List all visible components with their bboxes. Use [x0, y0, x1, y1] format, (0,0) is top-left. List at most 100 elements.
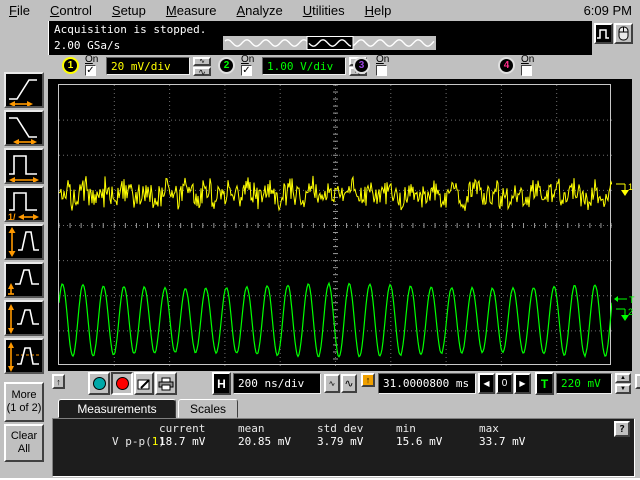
- channel1-scale-down-button[interactable]: ∿: [193, 67, 211, 76]
- position-right-button[interactable]: ▶: [514, 373, 531, 394]
- quick-file-button[interactable]: [134, 372, 154, 395]
- fall-time-icon: [9, 117, 37, 144]
- col-max: max: [479, 422, 499, 435]
- acquisition-status-text: Acquisition is stopped.: [54, 23, 207, 36]
- trigger-level-down-button[interactable]: ▼: [615, 384, 631, 394]
- horizontal-menu-button[interactable]: H: [212, 372, 231, 395]
- trigger-position-indicator[interactable]: ↑: [361, 373, 375, 387]
- channel2-on-label: On: [241, 54, 255, 65]
- position-zero-button[interactable]: 0: [496, 373, 513, 394]
- channel4-badge[interactable]: 4: [498, 57, 515, 74]
- vavg-icon: [8, 342, 39, 372]
- clock: 6:09 PM: [583, 2, 632, 18]
- stop-icon: [115, 377, 129, 390]
- channel1-badge[interactable]: 1: [62, 57, 79, 74]
- measure-vpp-button[interactable]: [4, 224, 44, 260]
- scope-display-area: 1 T 2: [48, 79, 635, 371]
- rise-time-icon: [9, 79, 37, 106]
- trigger-menu-button[interactable]: T: [535, 372, 554, 395]
- measure-vavg-button[interactable]: [4, 338, 44, 374]
- col-min: min: [396, 422, 416, 435]
- oscilloscope-window: File Control Setup Measure Analyze Utili…: [0, 0, 640, 480]
- vmax-icon: [8, 304, 39, 334]
- measure-frequency-button[interactable]: 1/: [4, 186, 44, 222]
- channel3-badge[interactable]: 3: [353, 57, 370, 74]
- measurements-panel: V p-p(1) current 18.7 mV mean 20.85 mV s…: [52, 418, 635, 477]
- channel4-on-label: On: [521, 54, 535, 65]
- channel2-on-checkbox[interactable]: ✓: [241, 65, 252, 76]
- channel1-ground-marker[interactable]: 1: [614, 181, 636, 199]
- trigger-level-field[interactable]: 220 mV: [556, 373, 612, 394]
- pulse-mode-button[interactable]: [594, 23, 613, 44]
- waveform-plot: [58, 84, 613, 366]
- vmin-icon: [8, 269, 39, 295]
- mouse-mode-button[interactable]: [614, 23, 633, 44]
- sample-rate-text: 2.00 GSa/s: [54, 39, 121, 52]
- val-min: 15.6 mV: [396, 435, 443, 448]
- print-button[interactable]: [155, 372, 177, 395]
- val-max: 33.7 mV: [479, 435, 526, 448]
- channel3-on-checkbox[interactable]: [376, 65, 387, 76]
- measure-vmax-button[interactable]: [4, 300, 44, 336]
- menu-help[interactable]: Help: [356, 1, 403, 20]
- print-icon: [158, 377, 174, 390]
- trigger-level-up-button[interactable]: ▲: [615, 373, 631, 383]
- measurement-name: V p-p(1): [112, 435, 165, 448]
- position-left-button[interactable]: ◀: [478, 373, 495, 394]
- col-std-dev: std dev: [317, 422, 364, 435]
- horizontal-trigger-toolbar: ↑ H 200 ns/div ∿ ∿ ↑ 31.0000800 ms ◀ 0 ▶…: [48, 371, 640, 398]
- val-current: 18.7 mV: [159, 435, 206, 448]
- measure-vmin-button[interactable]: [4, 262, 44, 298]
- channel2-badge[interactable]: 2: [218, 57, 235, 74]
- pulse-icon: [597, 28, 609, 39]
- val-mean: 20.85 mV: [238, 435, 291, 448]
- channel3-on-label: On: [376, 54, 390, 65]
- timebase-scale-field[interactable]: 200 ns/div: [233, 373, 321, 394]
- menu-control[interactable]: Control: [41, 1, 103, 20]
- menu-file[interactable]: File: [0, 1, 41, 20]
- channel1-scale-up-button[interactable]: ∿: [193, 57, 211, 66]
- menu-bar: File Control Setup Measure Analyze Utili…: [0, 0, 640, 20]
- horizontal-position-field[interactable]: 31.0000800 ms: [378, 373, 476, 394]
- run-button[interactable]: [88, 372, 110, 395]
- acquisition-status-bar: Acquisition is stopped. 2.00 GSa/s: [48, 21, 592, 55]
- svg-text:1/: 1/: [8, 212, 16, 220]
- quick-file-icon: [137, 378, 150, 389]
- vpp-icon: [8, 227, 39, 257]
- frequency-icon: 1/: [8, 192, 39, 220]
- col-mean: mean: [238, 422, 265, 435]
- svg-text:1: 1: [628, 182, 633, 192]
- pulse-width-icon: [9, 155, 39, 182]
- channel2-scale-field[interactable]: 1.00 V/div: [262, 57, 346, 75]
- run-icon: [92, 377, 106, 390]
- val-std-dev: 3.79 mV: [317, 435, 364, 448]
- timebase-zoom-in-button[interactable]: ∿: [341, 374, 357, 393]
- menu-measure[interactable]: Measure: [157, 1, 228, 20]
- channel2-ground-marker[interactable]: 2: [614, 306, 636, 324]
- channel4-on-checkbox[interactable]: [521, 65, 532, 76]
- channel1-on-checkbox[interactable]: ✓: [85, 65, 96, 76]
- svg-text:2: 2: [628, 307, 633, 317]
- tab-measurements[interactable]: Measurements: [58, 399, 176, 418]
- menu-setup[interactable]: Setup: [103, 1, 157, 20]
- mouse-icon: [618, 26, 629, 41]
- menu-analyze[interactable]: Analyze: [227, 1, 293, 20]
- measure-pulse-width-button[interactable]: [4, 148, 44, 184]
- waveform-position-scrollbar[interactable]: [223, 36, 436, 50]
- help-button[interactable]: ?: [614, 421, 630, 437]
- collapse-left-button[interactable]: ↑: [52, 374, 65, 389]
- col-current: current: [159, 422, 206, 435]
- tab-scales[interactable]: Scales: [178, 399, 238, 418]
- stop-button[interactable]: [111, 372, 133, 395]
- more-measurements-button[interactable]: More (1 of 2): [4, 382, 44, 422]
- measure-rise-time-button[interactable]: [4, 72, 44, 108]
- clear-all-button[interactable]: Clear All: [4, 424, 44, 462]
- timebase-zoom-out-button[interactable]: ∿: [324, 374, 340, 393]
- measure-fall-time-button[interactable]: [4, 110, 44, 146]
- channel1-scale-field[interactable]: 20 mV/div: [106, 57, 190, 75]
- channel1-on-label: On: [85, 54, 99, 65]
- collapse-right-button[interactable]: ↑: [635, 374, 640, 389]
- scope-canvas: [58, 84, 613, 366]
- menu-utilities[interactable]: Utilities: [294, 1, 356, 20]
- channel-bar: 1 On ✓ 20 mV/div ∿ ∿ 2 On ✓ 1.00 V/div ∿…: [48, 55, 640, 79]
